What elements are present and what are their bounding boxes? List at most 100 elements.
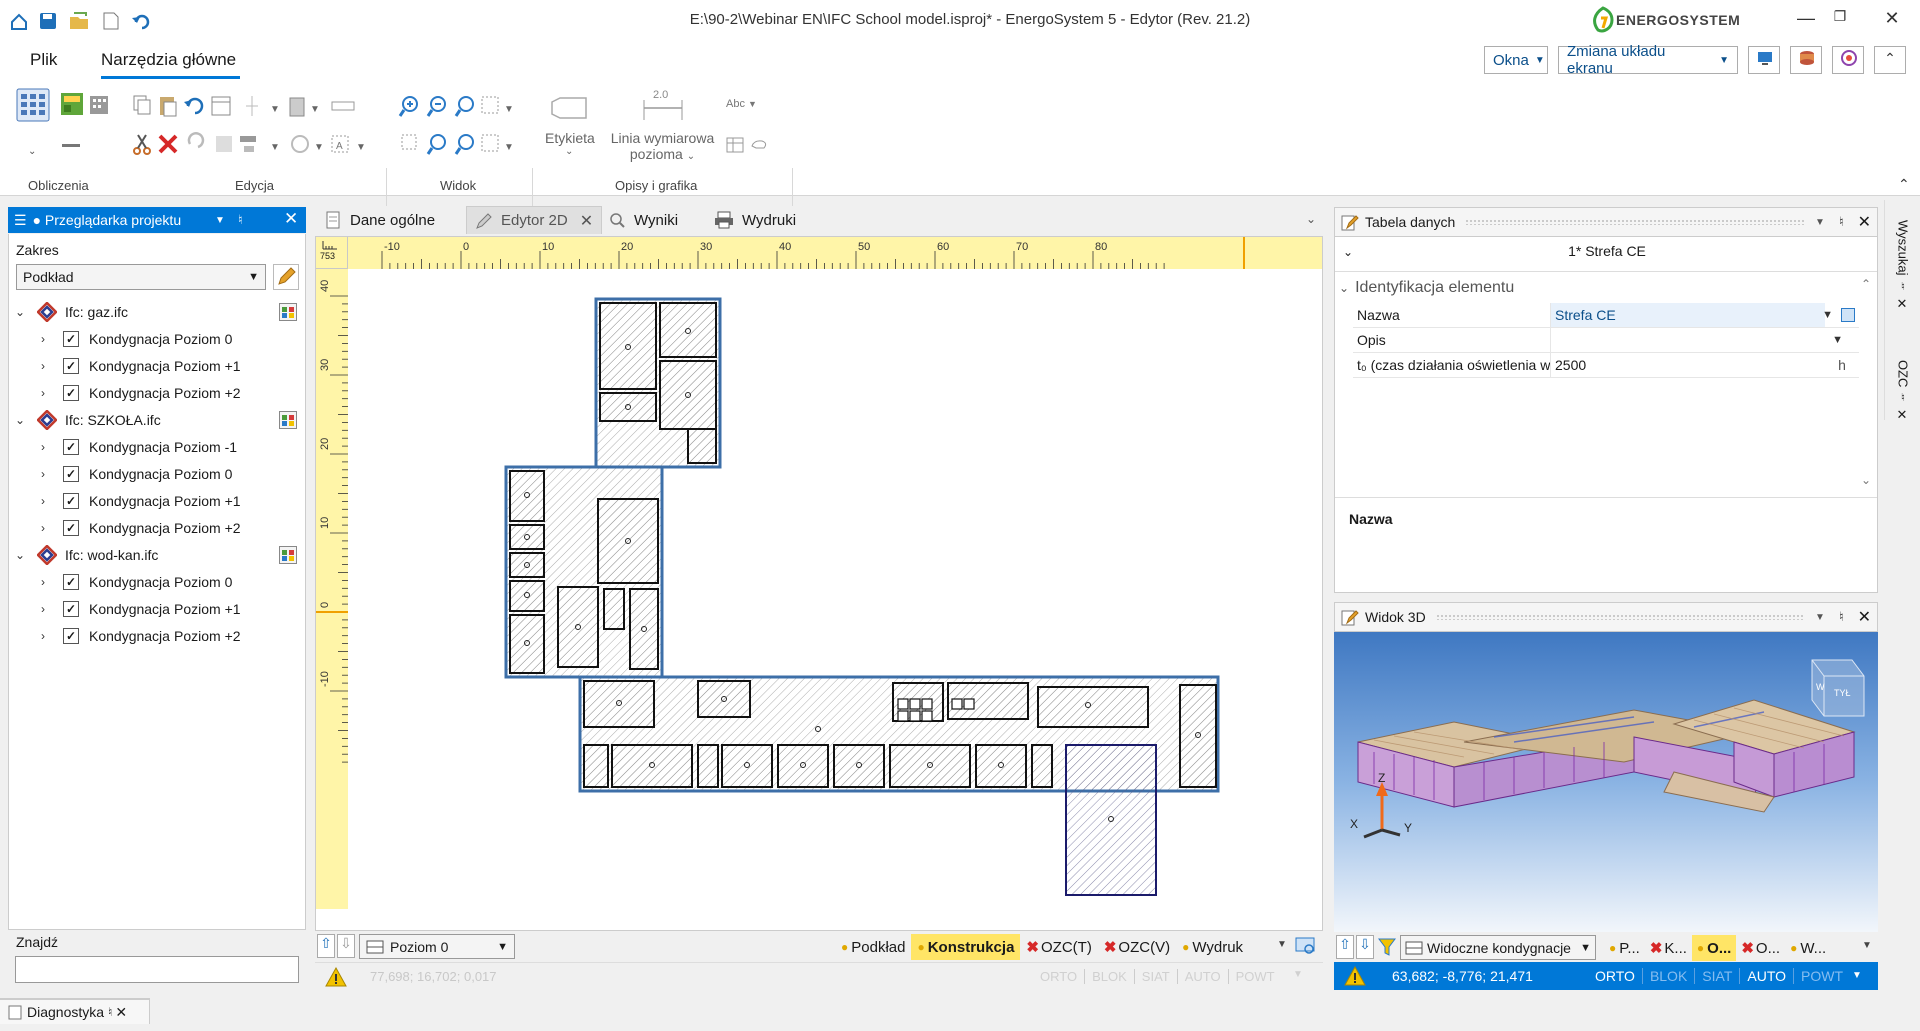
- close-icon[interactable]: ✕: [1896, 297, 1911, 312]
- ribbon-collapse-icon[interactable]: ⌃: [1898, 176, 1910, 193]
- layer-toggle[interactable]: ✖ K...: [1645, 935, 1692, 961]
- drag-grip[interactable]: [1435, 614, 1806, 620]
- edit-zakres-button[interactable]: [273, 264, 299, 290]
- layer-toggle[interactable]: ✖ OZC(T): [1020, 934, 1097, 960]
- warning-icon[interactable]: [325, 967, 347, 987]
- close-icon[interactable]: ✕: [115, 1004, 127, 1021]
- minus-icon[interactable]: [62, 144, 80, 147]
- snap-mode-toggle[interactable]: AUTO: [1176, 969, 1228, 984]
- restore-button[interactable]: ❐: [1820, 8, 1860, 32]
- chevron-down-icon[interactable]: ▼: [1815, 217, 1825, 228]
- dimension-line-icon[interactable]: 2.0: [640, 88, 686, 122]
- chevron-down-icon[interactable]: ▼: [1293, 969, 1303, 980]
- tree-file-node[interactable]: ⌄ Ifc: gaz.ifc: [9, 298, 305, 325]
- level-up-button[interactable]: ⇧: [1336, 935, 1354, 959]
- chevron-right-icon[interactable]: ›: [41, 440, 55, 454]
- warning-icon[interactable]: [1344, 966, 1366, 986]
- chevron-right-icon[interactable]: ›: [41, 494, 55, 508]
- tree-level-node[interactable]: › ✓ Kondygnacja Poziom +1: [9, 595, 305, 622]
- chevron-down-icon[interactable]: ⌄: [28, 146, 36, 157]
- visible-levels-select[interactable]: Widoczne kondygnacje ▼: [1400, 935, 1596, 960]
- level-select[interactable]: Poziom 0 ▼: [359, 934, 515, 959]
- pin-icon[interactable]: ♮: [238, 212, 243, 228]
- level-checkbox[interactable]: ✓: [63, 600, 79, 617]
- chevron-right-icon[interactable]: ›: [41, 332, 55, 346]
- tree-level-node[interactable]: › ✓ Kondygnacja Poziom 0: [9, 568, 305, 595]
- dimension-line-button[interactable]: Linia wymiarowa pozioma ⌄: [605, 130, 720, 165]
- chevron-right-icon[interactable]: ›: [41, 575, 55, 589]
- tree-level-node[interactable]: › ✓ Kondygnacja Poziom +2: [9, 514, 305, 541]
- tree-level-node[interactable]: › ✓ Kondygnacja Poziom -1: [9, 433, 305, 460]
- chevron-right-icon[interactable]: ›: [41, 467, 55, 481]
- filter-button[interactable]: [1378, 935, 1398, 959]
- collapse-ribbon-button[interactable]: ⌃: [1874, 46, 1906, 74]
- chevron-down-icon[interactable]: ⌄: [15, 548, 29, 562]
- tree-level-node[interactable]: › ✓ Kondygnacja Poziom 0: [9, 325, 305, 352]
- tab-wyniki[interactable]: Wyniki: [600, 206, 686, 234]
- close-icon[interactable]: ✕: [1858, 607, 1871, 627]
- chevron-down-icon[interactable]: ▼: [1822, 309, 1833, 321]
- level-down-button[interactable]: ⇩: [1356, 935, 1374, 959]
- tree-level-node[interactable]: › ✓ Kondygnacja Poziom +1: [9, 352, 305, 379]
- snap-mode-toggle[interactable]: POWT: [1227, 969, 1282, 984]
- building-icon[interactable]: [88, 92, 110, 116]
- monitor-button[interactable]: [1748, 46, 1780, 74]
- level-checkbox[interactable]: ✓: [63, 573, 79, 590]
- level-up-button[interactable]: ⇧: [317, 934, 335, 958]
- tree-level-node[interactable]: › ✓ Kondygnacja Poziom +2: [9, 622, 305, 649]
- selected-zone-strefa-ce[interactable]: [1065, 744, 1157, 896]
- chevron-down-icon[interactable]: ▼: [1277, 939, 1287, 950]
- tree-level-node[interactable]: › ✓ Kondygnacja Poziom 0: [9, 460, 305, 487]
- scroll-down-icon[interactable]: ⌄: [1861, 473, 1871, 487]
- close-icon[interactable]: ✕: [284, 209, 298, 229]
- chevron-right-icon[interactable]: ›: [41, 602, 55, 616]
- edit-name-icon[interactable]: [1841, 308, 1855, 322]
- side-tab-ozc[interactable]: OZC ♮ ✕: [1889, 360, 1917, 430]
- view-3d-canvas[interactable]: W TYŁ Z X Y: [1334, 632, 1878, 932]
- chevron-right-icon[interactable]: ›: [41, 629, 55, 643]
- chevron-down-icon[interactable]: ⌄: [15, 413, 29, 427]
- tab-narzedzia-glowne[interactable]: Narzędzia główne: [101, 50, 236, 70]
- tabs-overflow-chevron-icon[interactable]: ⌄: [1306, 212, 1316, 226]
- level-down-button[interactable]: ⇩: [337, 934, 355, 958]
- layer-toggle[interactable]: ● Wydruk: [1176, 934, 1249, 960]
- chevron-down-icon[interactable]: ▼: [1815, 612, 1825, 623]
- chevron-down-icon[interactable]: ▼: [1852, 970, 1862, 981]
- chevron-down-icon[interactable]: ⌄: [565, 146, 573, 157]
- layer-toggle[interactable]: ✖ OZC(V): [1098, 934, 1176, 960]
- drag-grip[interactable]: [1465, 219, 1806, 225]
- layer-toggle[interactable]: ● P...: [1604, 935, 1645, 961]
- navigation-cube[interactable]: W TYŁ: [1811, 659, 1865, 717]
- snap-mode-toggle[interactable]: BLOK: [1641, 968, 1694, 984]
- tree-file-node[interactable]: ⌄ Ifc: SZKOŁA.ifc: [9, 406, 305, 433]
- tab-edytor-2d[interactable]: Edytor 2D ✕: [466, 206, 603, 234]
- level-checkbox[interactable]: ✓: [63, 330, 79, 347]
- layer-toggle[interactable]: ● O...: [1691, 935, 1737, 961]
- pin-icon[interactable]: ♮: [1839, 214, 1844, 230]
- help-button[interactable]: [1832, 46, 1864, 74]
- pin-icon[interactable]: ♮: [1897, 391, 1910, 404]
- pin-icon[interactable]: ♮: [1839, 609, 1844, 625]
- zakres-select[interactable]: Podkład ▼: [16, 264, 266, 290]
- text-style-button[interactable]: Abc ▼: [726, 98, 757, 110]
- layer-toggle[interactable]: ● W...: [1785, 935, 1831, 961]
- layer-visibility-button[interactable]: [279, 410, 297, 429]
- close-icon[interactable]: ✕: [1896, 408, 1911, 423]
- label-icon[interactable]: [550, 92, 590, 122]
- pin-icon[interactable]: ♮: [1897, 280, 1910, 293]
- tab-plik[interactable]: Plik: [30, 50, 57, 70]
- snap-mode-toggle[interactable]: POWT: [1793, 968, 1850, 984]
- tree-file-node[interactable]: ⌄ Ifc: wod-kan.ifc: [9, 541, 305, 568]
- level-checkbox[interactable]: ✓: [63, 492, 79, 509]
- tab-wydruki[interactable]: Wydruki: [706, 206, 804, 234]
- layer-toggle[interactable]: ● Konstrukcja: [911, 934, 1021, 960]
- chevron-down-icon[interactable]: ⌄: [15, 305, 29, 319]
- level-checkbox[interactable]: ✓: [63, 438, 79, 455]
- okna-dropdown[interactable]: Okna ▼: [1484, 46, 1548, 74]
- level-checkbox[interactable]: ✓: [63, 627, 79, 644]
- level-checkbox[interactable]: ✓: [63, 465, 79, 482]
- screen-layout-dropdown[interactable]: Zmiana układu ekranu ▼: [1558, 43, 1738, 77]
- snap-mode-toggle[interactable]: ORTO: [1033, 969, 1084, 984]
- etykieta-button[interactable]: Etykieta: [545, 130, 595, 146]
- close-button[interactable]: ✕: [1872, 8, 1912, 32]
